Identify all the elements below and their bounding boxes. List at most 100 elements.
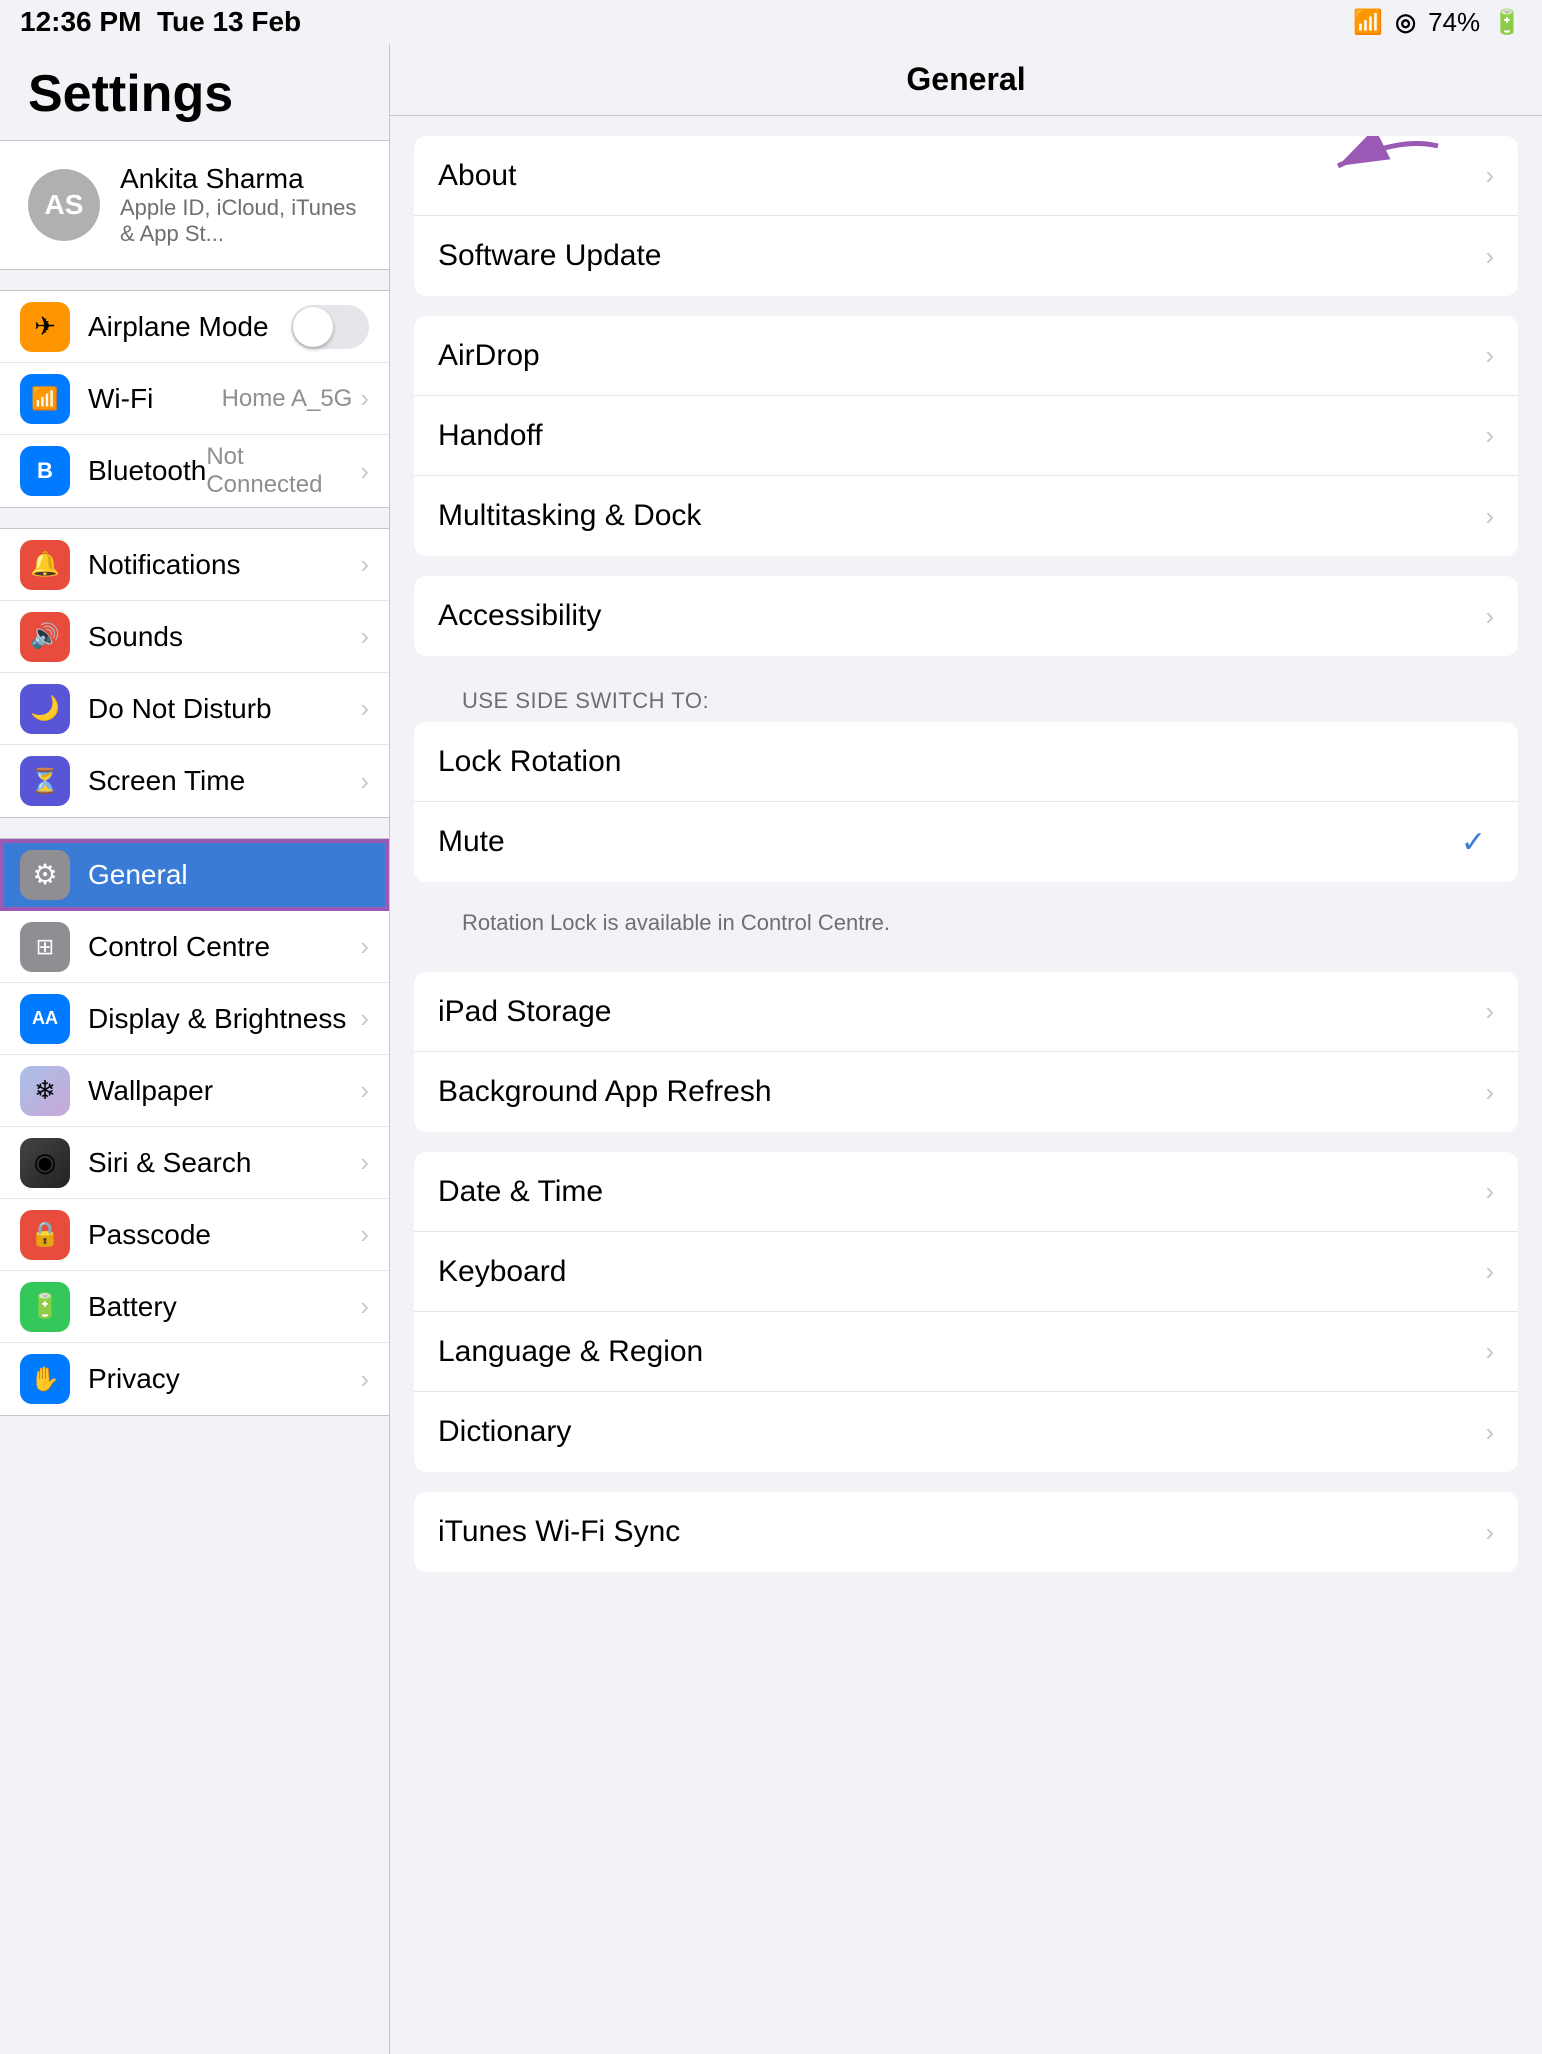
general-icon: ⚙ (20, 850, 70, 900)
sidebar: Settings AS Ankita Sharma Apple ID, iClo… (0, 44, 390, 2054)
sidebar-item-wallpaper[interactable]: ❄ Wallpaper › (0, 1055, 389, 1127)
content-group-itunes: iTunes Wi-Fi Sync › (414, 1492, 1518, 1572)
content-item-about[interactable]: About › (414, 136, 1518, 216)
user-profile[interactable]: AS Ankita Sharma Apple ID, iCloud, iTune… (0, 140, 389, 270)
wifi-settings-icon: 📶 (20, 374, 70, 424)
sidebar-label-airplane: Airplane Mode (88, 311, 291, 343)
content-item-ituneswifisync[interactable]: iTunes Wi-Fi Sync › (414, 1492, 1518, 1572)
controlcentre-icon: ⊞ (20, 922, 70, 972)
sidebar-label-notifications: Notifications (88, 549, 360, 581)
siri-icon: ◉ (20, 1138, 70, 1188)
softwareupdate-label: Software Update (438, 239, 1485, 273)
ituneswifisync-label: iTunes Wi-Fi Sync (438, 1515, 1485, 1549)
chevron-icon: › (360, 766, 369, 797)
content-panel: General About › Software Update (390, 44, 1542, 2054)
sidebar-item-controlcentre[interactable]: ⊞ Control Centre › (0, 911, 389, 983)
chevron-icon: › (1485, 996, 1494, 1027)
sideswitch-footer: Rotation Lock is available in Control Ce… (414, 902, 1518, 952)
backgroundapprefresh-label: Background App Refresh (438, 1075, 1485, 1109)
sidebar-item-airplane[interactable]: ✈ Airplane Mode (0, 291, 389, 363)
chevron-icon: › (360, 549, 369, 580)
content-item-mute[interactable]: Mute ✓ (414, 802, 1518, 882)
sidebar-item-bluetooth[interactable]: B Bluetooth Not Connected › (0, 435, 389, 507)
status-bar: 12:36 PM Tue 13 Feb 📶 ◎ 74% 🔋 (0, 0, 1542, 44)
sidebar-label-donotdisturb: Do Not Disturb (88, 693, 360, 725)
battery-percentage: 74% (1428, 7, 1480, 38)
airdrop-label: AirDrop (438, 339, 1485, 373)
keyboard-label: Keyboard (438, 1255, 1485, 1289)
chevron-icon: › (360, 1219, 369, 1250)
sidebar-item-notifications[interactable]: 🔔 Notifications › (0, 529, 389, 601)
notifications-icon: 🔔 (20, 540, 70, 590)
sidebar-item-passcode[interactable]: 🔒 Passcode › (0, 1199, 389, 1271)
sidebar-item-general[interactable]: ⚙ General (0, 839, 389, 911)
chevron-icon: › (360, 621, 369, 652)
content-item-lockrotation[interactable]: Lock Rotation (414, 722, 1518, 802)
status-icons: 📶 ◎ 74% 🔋 (1353, 7, 1522, 38)
content-group-sideswitch: Lock Rotation Mute ✓ (414, 722, 1518, 882)
battery-settings-icon: 🔋 (20, 1282, 70, 1332)
languageregion-label: Language & Region (438, 1335, 1485, 1369)
sidebar-label-sounds: Sounds (88, 621, 360, 653)
airplane-toggle[interactable] (291, 305, 369, 349)
content-group-about: About › Software Update › (414, 136, 1518, 296)
content-item-softwareupdate[interactable]: Software Update › (414, 216, 1518, 296)
passcode-icon: 🔒 (20, 1210, 70, 1260)
sidebar-item-screentime[interactable]: ⏳ Screen Time › (0, 745, 389, 817)
sidebar-item-battery[interactable]: 🔋 Battery › (0, 1271, 389, 1343)
content-item-ipadstorage[interactable]: iPad Storage › (414, 972, 1518, 1052)
sidebar-item-displaybrightness[interactable]: AA Display & Brightness › (0, 983, 389, 1055)
content-item-backgroundapprefresh[interactable]: Background App Refresh › (414, 1052, 1518, 1132)
sidebar-title: Settings (0, 44, 389, 140)
wallpaper-icon: ❄ (20, 1066, 70, 1116)
mute-label: Mute (438, 825, 1461, 859)
sidebar-item-sirisearch[interactable]: ◉ Siri & Search › (0, 1127, 389, 1199)
chevron-icon: › (360, 1291, 369, 1322)
content-item-handoff[interactable]: Handoff › (414, 396, 1518, 476)
sidebar-label-wifi: Wi-Fi (88, 383, 222, 415)
sidebar-label-wallpaper: Wallpaper (88, 1075, 360, 1107)
wifi-value: Home A_5G (222, 385, 353, 413)
content-item-accessibility[interactable]: Accessibility › (414, 576, 1518, 656)
datetime-label: Date & Time (438, 1175, 1485, 1209)
content-item-datetime[interactable]: Date & Time › (414, 1152, 1518, 1232)
chevron-icon: › (360, 1003, 369, 1034)
arrow-annotation (1258, 136, 1458, 206)
chevron-icon: › (360, 383, 369, 414)
chevron-icon: › (1485, 160, 1494, 191)
chevron-icon: › (1485, 241, 1494, 272)
chevron-icon: › (1485, 420, 1494, 451)
chevron-icon: › (360, 1364, 369, 1395)
user-name: Ankita Sharma (120, 163, 361, 195)
content-item-keyboard[interactable]: Keyboard › (414, 1232, 1518, 1312)
chevron-icon: › (360, 693, 369, 724)
content-item-languageregion[interactable]: Language & Region › (414, 1312, 1518, 1392)
handoff-label: Handoff (438, 419, 1485, 453)
sideswitch-footer-container: Rotation Lock is available in Control Ce… (414, 902, 1518, 952)
privacy-icon: ✋ (20, 1354, 70, 1404)
sidebar-item-privacy[interactable]: ✋ Privacy › (0, 1343, 389, 1415)
bluetooth-value: Not Connected (206, 443, 352, 499)
chevron-icon: › (1485, 340, 1494, 371)
sidebar-item-sounds[interactable]: 🔊 Sounds › (0, 601, 389, 673)
content-item-multitasking[interactable]: Multitasking & Dock › (414, 476, 1518, 556)
chevron-icon: › (360, 1147, 369, 1178)
screentime-icon: ⏳ (20, 756, 70, 806)
status-time-date: 12:36 PM Tue 13 Feb (20, 6, 301, 38)
donotdisturb-icon: 🌙 (20, 684, 70, 734)
chevron-icon: › (360, 931, 369, 962)
sidebar-label-general: General (88, 859, 369, 891)
sounds-icon: 🔊 (20, 612, 70, 662)
content-title: General (906, 61, 1025, 98)
section-header-sideswitch: USE SIDE SWITCH TO: (414, 676, 1518, 718)
user-info: Ankita Sharma Apple ID, iCloud, iTunes &… (120, 163, 361, 247)
chevron-icon: › (360, 456, 369, 487)
content-item-airdrop[interactable]: AirDrop › (414, 316, 1518, 396)
multitasking-label: Multitasking & Dock (438, 499, 1485, 533)
content-item-dictionary[interactable]: Dictionary › (414, 1392, 1518, 1472)
sidebar-item-donotdisturb[interactable]: 🌙 Do Not Disturb › (0, 673, 389, 745)
chevron-icon: › (1485, 1256, 1494, 1287)
sidebar-item-wifi[interactable]: 📶 Wi-Fi Home A_5G › (0, 363, 389, 435)
sidebar-label-sirisearch: Siri & Search (88, 1147, 360, 1179)
lockrotation-label: Lock Rotation (438, 745, 1494, 779)
